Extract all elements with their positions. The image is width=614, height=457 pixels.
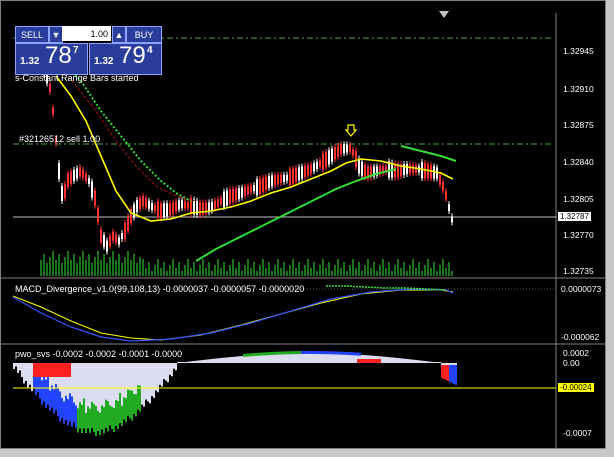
buy-price-big: 79: [119, 42, 146, 69]
one-click-trade-panel: SELL ▼ 1.00 ▲ BUY 1.32 78 7 1.32 79 4: [15, 26, 162, 75]
status-text: s-Constant Range Bars started: [15, 73, 139, 83]
price-axis-label: 1.32945: [563, 46, 594, 56]
pwo-title: pwo_svs -0.0002 -0.0002 -0.0001 -0.0000: [15, 349, 183, 359]
sell-price-box[interactable]: 1.32 78 7: [15, 42, 88, 75]
current-price-tag: 1.32787: [558, 212, 591, 221]
price-axis-label: 1.32770: [563, 230, 594, 240]
pwo-current-value-tag: -0.00024: [558, 383, 594, 392]
pwo-axis-mid: 0.00: [563, 358, 580, 368]
price-axis-label: 1.32735: [563, 266, 594, 276]
sell-price-prefix: 1.32: [20, 56, 40, 67]
lot-increase-icon[interactable]: ▲: [112, 26, 126, 43]
lot-input[interactable]: 1.00: [62, 26, 111, 41]
macd-title: MACD_Divergence_v1.0(99,108,13) -0.00000…: [15, 284, 305, 294]
buy-price-box[interactable]: 1.32 79 4: [89, 42, 162, 75]
buy-price-sup: 4: [147, 45, 153, 56]
price-axis-label: 1.32910: [563, 84, 594, 94]
down-arrow-icon: [345, 124, 357, 137]
lot-decrease-icon[interactable]: ▼: [49, 26, 63, 43]
order-line-label[interactable]: #32126512 sell 1.00: [19, 134, 100, 144]
price-axis-label: 1.32805: [563, 194, 594, 204]
macd-axis-top: 0.0000073: [561, 284, 602, 294]
pwo-axis-top: 0.0002: [563, 348, 589, 358]
chart-window: SELL ▼ 1.00 ▲ BUY 1.32 78 7 1.32 79 4 s-…: [0, 0, 606, 449]
buy-price-prefix: 1.32: [94, 56, 114, 67]
pwo-axis-bottom: -0.0007: [563, 428, 592, 438]
sell-button[interactable]: SELL: [15, 26, 49, 43]
sell-price-big: 78: [45, 42, 72, 69]
sell-price-sup: 7: [73, 45, 79, 56]
price-axis-label: 1.32875: [563, 120, 594, 130]
macd-axis-bottom: -0.000062: [561, 332, 600, 342]
price-axis-label: 1.32840: [563, 157, 594, 167]
buy-button[interactable]: BUY: [126, 26, 162, 43]
